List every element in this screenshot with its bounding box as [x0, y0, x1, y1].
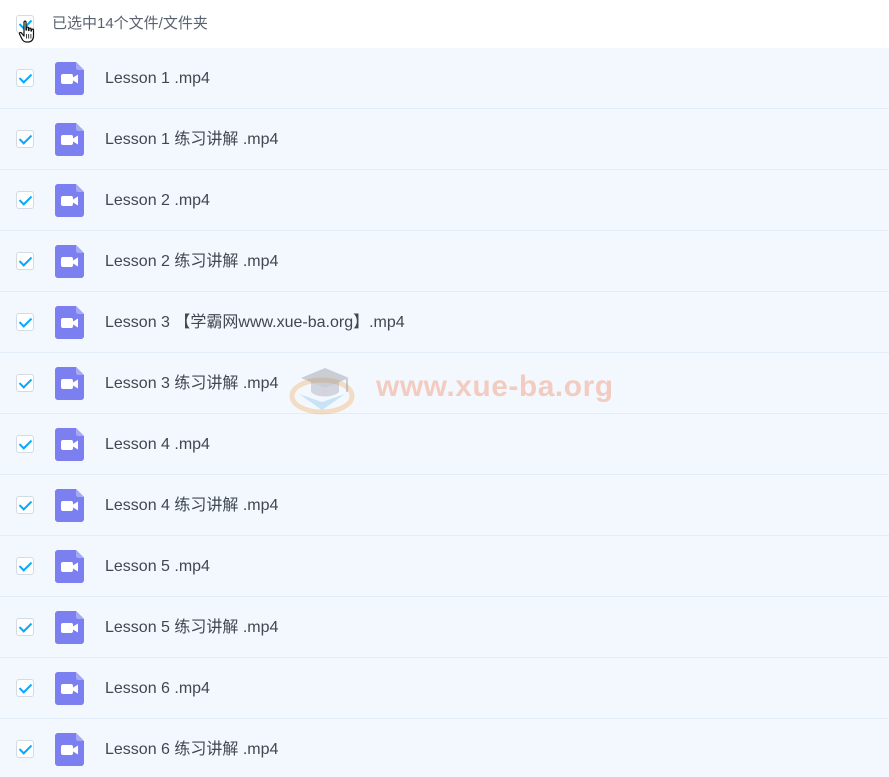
file-checkbox[interactable] — [16, 496, 34, 514]
file-name[interactable]: Lesson 5 .mp4 — [105, 557, 210, 577]
file-checkbox[interactable] — [16, 191, 34, 209]
file-list-panel: 已选中14个文件/文件夹 Lesson 1 .mp4 Lesson 1 练习讲解 … — [0, 0, 889, 777]
file-checkbox[interactable] — [16, 374, 34, 392]
file-name[interactable]: Lesson 6 练习讲解 .mp4 — [105, 740, 278, 760]
file-row[interactable]: Lesson 2 练习讲解 .mp4 — [0, 231, 889, 292]
selection-count-label: 已选中14个文件/文件夹 — [52, 15, 208, 32]
file-checkbox[interactable] — [16, 69, 34, 87]
file-row[interactable]: Lesson 4 练习讲解 .mp4 — [0, 475, 889, 536]
video-file-icon — [55, 245, 84, 278]
file-name[interactable]: Lesson 1 练习讲解 .mp4 — [105, 130, 278, 150]
file-name[interactable]: Lesson 2 .mp4 — [105, 191, 210, 211]
file-name[interactable]: Lesson 3 【学霸网www.xue-ba.org】.mp4 — [105, 313, 405, 333]
file-row[interactable]: Lesson 3 练习讲解 .mp4 — [0, 353, 889, 414]
video-file-icon — [55, 733, 84, 766]
file-checkbox[interactable] — [16, 130, 34, 148]
video-file-icon — [55, 367, 84, 400]
file-checkbox[interactable] — [16, 679, 34, 697]
video-file-icon — [55, 428, 84, 461]
selection-header: 已选中14个文件/文件夹 — [0, 0, 889, 49]
file-list: Lesson 1 .mp4 Lesson 1 练习讲解 .mp4 Lesson 2 … — [0, 48, 889, 777]
file-name[interactable]: Lesson 4 练习讲解 .mp4 — [105, 496, 278, 516]
hand-pointer-icon — [18, 20, 35, 43]
video-file-icon — [55, 550, 84, 583]
file-row[interactable]: Lesson 5 练习讲解 .mp4 — [0, 597, 889, 658]
file-row[interactable]: Lesson 1 练习讲解 .mp4 — [0, 109, 889, 170]
file-row[interactable]: Lesson 6 .mp4 — [0, 658, 889, 719]
file-row[interactable]: Lesson 2 .mp4 — [0, 170, 889, 231]
video-file-icon — [55, 123, 84, 156]
video-file-icon — [55, 611, 84, 644]
file-row[interactable]: Lesson 5 .mp4 — [0, 536, 889, 597]
video-file-icon — [55, 62, 84, 95]
video-file-icon — [55, 489, 84, 522]
file-name[interactable]: Lesson 3 练习讲解 .mp4 — [105, 374, 278, 394]
file-checkbox[interactable] — [16, 252, 34, 270]
video-file-icon — [55, 184, 84, 217]
file-row[interactable]: Lesson 6 练习讲解 .mp4 — [0, 719, 889, 777]
file-name[interactable]: Lesson 6 .mp4 — [105, 679, 210, 699]
video-file-icon — [55, 672, 84, 705]
file-checkbox[interactable] — [16, 313, 34, 331]
file-row[interactable]: Lesson 1 .mp4 — [0, 48, 889, 109]
file-checkbox[interactable] — [16, 618, 34, 636]
file-checkbox[interactable] — [16, 557, 34, 575]
file-name[interactable]: Lesson 1 .mp4 — [105, 69, 210, 89]
file-name[interactable]: Lesson 2 练习讲解 .mp4 — [105, 252, 278, 272]
file-checkbox[interactable] — [16, 740, 34, 758]
file-name[interactable]: Lesson 5 练习讲解 .mp4 — [105, 618, 278, 638]
file-row[interactable]: Lesson 4 .mp4 — [0, 414, 889, 475]
file-row[interactable]: Lesson 3 【学霸网www.xue-ba.org】.mp4 — [0, 292, 889, 353]
file-name[interactable]: Lesson 4 .mp4 — [105, 435, 210, 455]
file-checkbox[interactable] — [16, 435, 34, 453]
video-file-icon — [55, 306, 84, 339]
